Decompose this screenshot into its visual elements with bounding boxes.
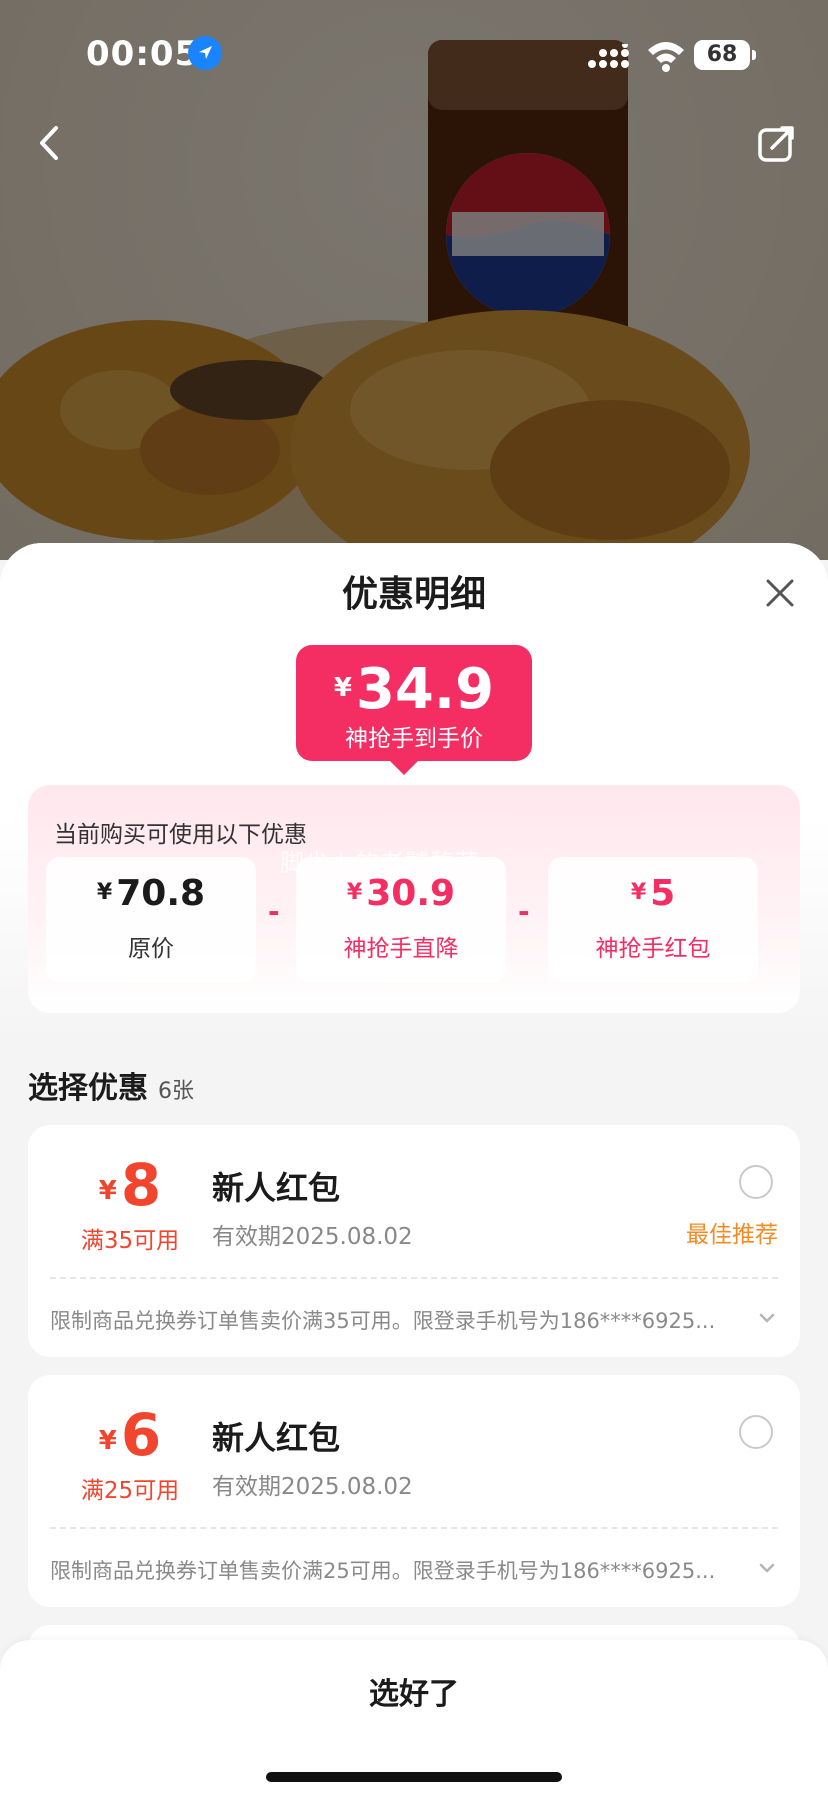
red-packet-label: 神抢手红包 xyxy=(595,936,711,962)
final-price-label: 神抢手到手价 xyxy=(345,726,483,752)
coupon-amount: ¥6 xyxy=(98,1401,162,1469)
calc-title: 当前购买可使用以下优惠 xyxy=(54,822,307,848)
coupon-select-radio[interactable] xyxy=(739,1165,773,1199)
direct-discount-label: 神抢手直降 xyxy=(343,936,459,962)
coupon-card[interactable]: ¥6 满25可用 新人红包 有效期2025.08.02 限制商品兑换券订单售卖价… xyxy=(28,1375,800,1607)
coupon-description: 限制商品兑换券订单售卖价满35可用。限登录手机号为186****6925... xyxy=(50,1309,716,1333)
select-discount-title: 选择优惠 xyxy=(28,1071,148,1106)
battery-indicator: 68 xyxy=(694,40,756,70)
coupon-validity: 有效期2025.08.02 xyxy=(212,1474,413,1500)
original-price-label: 原价 xyxy=(128,936,174,962)
minus-sign: - xyxy=(268,895,280,928)
coupon-name: 新人红包 xyxy=(212,1169,341,1207)
dashed-divider xyxy=(50,1277,778,1279)
dashed-divider xyxy=(50,1527,778,1529)
price-calculation: 当前购买可使用以下优惠 脚尖上的老饕馥菜 ¥70.8 原价 - ¥30.9 神抢… xyxy=(28,785,800,1013)
home-indicator xyxy=(266,1772,562,1782)
currency-symbol: ¥ xyxy=(333,673,352,703)
best-recommend-tag: 最佳推荐 xyxy=(686,1222,778,1248)
red-packet-card: ¥5 神抢手红包 xyxy=(548,857,758,983)
coupon-description: 限制商品兑换券订单售卖价满25可用。限登录手机号为186****6925... xyxy=(50,1559,716,1583)
coupon-validity: 有效期2025.08.02 xyxy=(212,1224,413,1250)
direct-discount-value: ¥30.9 xyxy=(346,873,456,914)
wifi-icon xyxy=(648,42,684,72)
coupon-select-radio[interactable] xyxy=(739,1415,773,1449)
final-price-amount: 34.9 xyxy=(355,657,495,722)
original-price-value: ¥70.8 xyxy=(96,873,206,914)
final-price: ¥34.9 xyxy=(296,657,532,722)
status-time: 00:05 xyxy=(86,34,200,74)
discount-details-sheet: 优惠明细 ¥34.9 神抢手到手价 当前购买可使用以下优惠 脚尖上的老饕馥菜 ¥… xyxy=(0,543,828,1795)
coupon-card[interactable]: ¥8 满35可用 新人红包 有效期2025.08.02 最佳推荐 限制商品兑换券… xyxy=(28,1125,800,1357)
coupon-amount: ¥8 xyxy=(98,1151,162,1219)
bottom-action-bar: 选好了 xyxy=(0,1640,828,1795)
coupon-condition: 满35可用 xyxy=(80,1228,180,1254)
status-bar: 00:05 68 xyxy=(0,0,828,110)
chevron-down-icon[interactable] xyxy=(756,1557,778,1579)
cellular-signal-icon xyxy=(588,44,629,68)
product-hero-image: 00:05 68 xyxy=(0,0,828,560)
red-packet-value: ¥5 xyxy=(630,873,676,914)
sheet-title: 优惠明细 xyxy=(341,574,486,615)
share-icon[interactable] xyxy=(754,122,798,166)
close-icon[interactable] xyxy=(762,575,798,611)
coupon-condition: 满25可用 xyxy=(80,1478,180,1504)
confirm-button[interactable]: 选好了 xyxy=(0,1660,828,1730)
back-chevron-icon[interactable] xyxy=(30,118,70,168)
final-price-badge: ¥34.9 神抢手到手价 xyxy=(296,645,532,775)
original-price-card: ¥70.8 原价 xyxy=(46,857,256,983)
minus-sign: - xyxy=(518,895,530,928)
coupon-count: 6张 xyxy=(158,1079,194,1104)
coupon-name: 新人红包 xyxy=(212,1419,341,1457)
direct-discount-card: ¥30.9 神抢手直降 xyxy=(296,857,506,983)
location-arrow-icon xyxy=(188,36,222,70)
chevron-down-icon[interactable] xyxy=(756,1307,778,1329)
